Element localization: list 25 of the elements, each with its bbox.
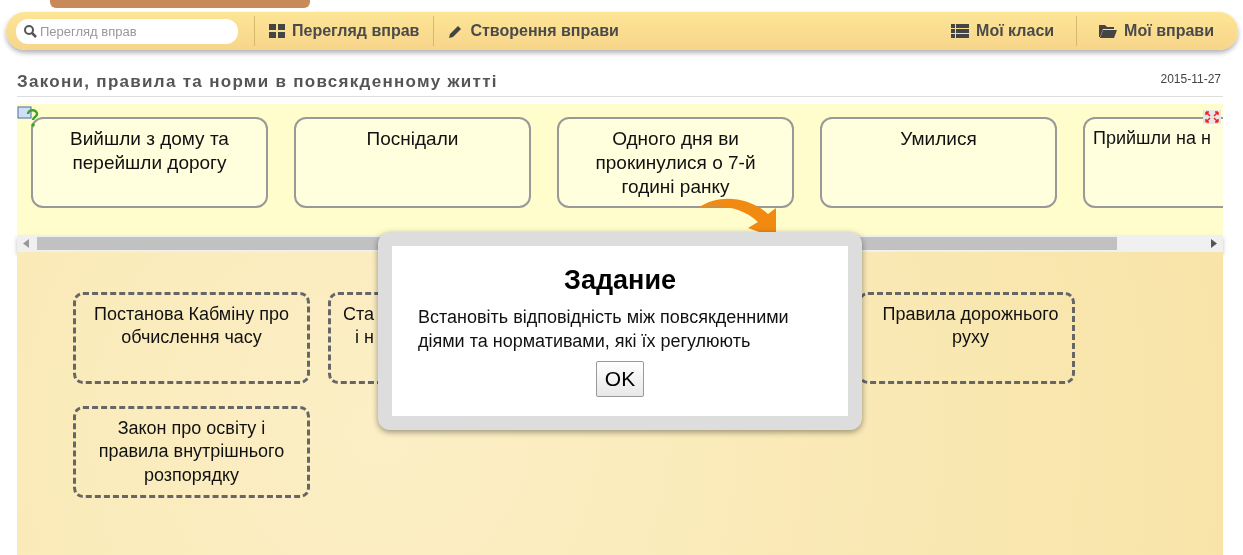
help-icon[interactable] [17, 104, 41, 128]
action-card[interactable]: Умилися [820, 117, 1057, 208]
search-icon [24, 24, 37, 38]
page-title: Закони, правила та норми в повсякденному житті [17, 71, 498, 93]
search-field[interactable]: Перегляд вправ [16, 18, 238, 44]
list-icon [951, 24, 970, 38]
norm-card[interactable]: Закон про освіту і правила внутрішнього розпорядку [73, 406, 310, 498]
action-card[interactable]: Прийшли на н [1083, 117, 1223, 208]
nav-link[interactable]: Мої класи [937, 19, 1069, 43]
nav-link[interactable]: Перегляд вправ [255, 19, 434, 43]
pencil-icon [448, 23, 464, 39]
norm-card[interactable]: Постанова Кабміну про обчислення часу [73, 292, 310, 384]
ok-button[interactable]: OK [595, 361, 645, 397]
folder-icon [1099, 24, 1118, 38]
nav-link[interactable]: Створення вправи [434, 19, 633, 43]
dialog-title: Задание [564, 264, 676, 297]
scroll-left-icon[interactable] [23, 239, 29, 248]
grid-icon [269, 24, 285, 38]
date-text: 2015-11-27 [1160, 71, 1221, 88]
scroll-right-icon[interactable] [1211, 239, 1217, 248]
action-card[interactable]: Поснідали [294, 117, 531, 208]
action-card[interactable]: Вийшли з дому та перейшли дорогу [31, 117, 268, 208]
action-card[interactable]: Одного дня ви прокинулися о 7-й годині ранку [557, 117, 794, 208]
dialog-message: Встановіть відповідність між повсякденними діями та нормативами, які їх регулюють [417, 305, 790, 353]
nav-link[interactable]: Мої вправи [1085, 19, 1228, 43]
